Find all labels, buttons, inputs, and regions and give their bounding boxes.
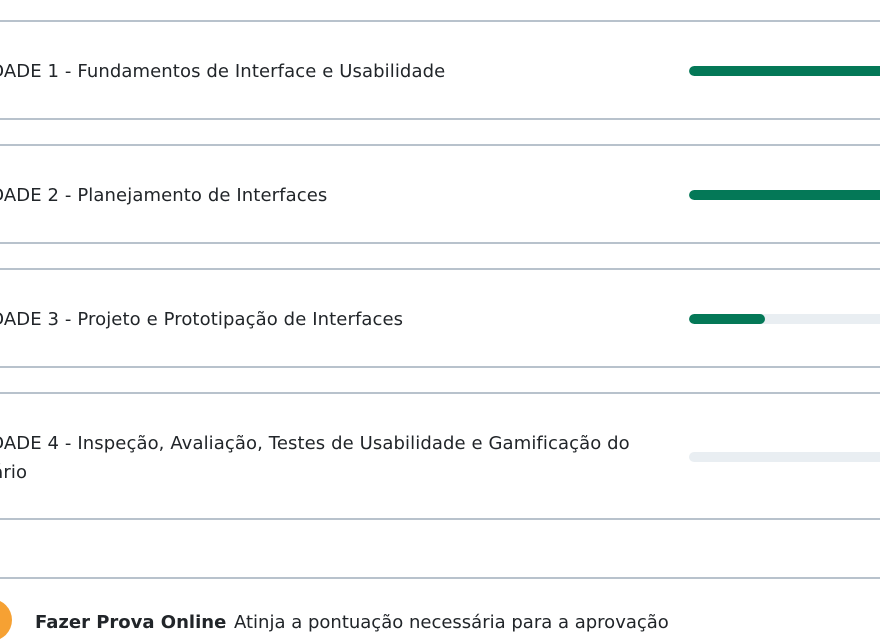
online-exam-row[interactable]: Fazer Prova Online Atinja a pontuação ne…	[0, 577, 880, 641]
unit-title: UNIDADE 2 - Planejamento de Interfaces	[0, 185, 328, 206]
exam-title[interactable]: Fazer Prova Online	[35, 612, 226, 633]
unit-progress-bar	[689, 66, 880, 76]
unit-progress-fill	[689, 190, 880, 200]
unit-title: UNIDADE 4 - Inspeção, Avaliação, Testes …	[0, 433, 630, 483]
unit-progress-bar	[689, 452, 880, 462]
exam-description: Atinja a pontuação necessária para a apr…	[234, 612, 669, 633]
unit-card-1[interactable]: UNIDADE 1 - Fundamentos de Interface e U…	[0, 20, 880, 120]
exam-status-icon	[0, 599, 12, 641]
unit-progress-fill	[689, 314, 766, 324]
unit-card-4[interactable]: UNIDADE 4 - Inspeção, Avaliação, Testes …	[0, 392, 880, 520]
unit-card-2[interactable]: UNIDADE 2 - Planejamento de Interfaces	[0, 144, 880, 244]
unit-title: UNIDADE 1 - Fundamentos de Interface e U…	[0, 61, 446, 82]
unit-progress-fill	[689, 66, 880, 76]
unit-progress-bar	[689, 190, 880, 200]
unit-title: UNIDADE 3 - Projeto e Prototipação de In…	[0, 309, 404, 330]
unit-progress-bar	[689, 314, 880, 324]
unit-card-3[interactable]: UNIDADE 3 - Projeto e Prototipação de In…	[0, 268, 880, 368]
